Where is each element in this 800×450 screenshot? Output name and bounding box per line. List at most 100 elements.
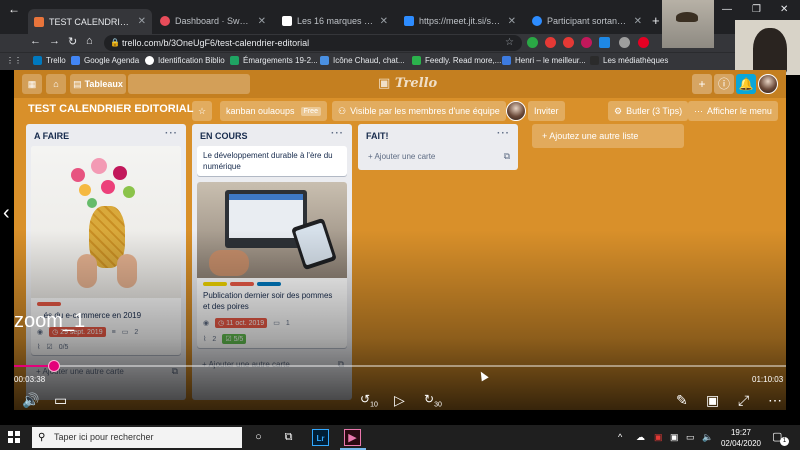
- trello-logo[interactable]: ▣ Trello: [378, 76, 437, 91]
- card-badges-2: ⌇ 2 ☑ 5/5: [197, 332, 347, 348]
- lightroom-icon[interactable]: Lr: [312, 429, 329, 446]
- bookmark-google-agenda[interactable]: Google Agenda: [71, 56, 139, 65]
- bookmark-feedly[interactable]: Feedly. Read more,...: [412, 56, 501, 65]
- user-avatar[interactable]: [758, 74, 778, 94]
- play-icon[interactable]: ▷: [394, 392, 405, 409]
- browser-tab-zoom[interactable]: Participant sortant de réuni ✕: [526, 11, 648, 31]
- card-developpement-durable[interactable]: Le développement durable à l'ère du numé…: [197, 146, 347, 176]
- pinterest-icon[interactable]: [638, 37, 649, 48]
- add-list-button[interactable]: + Ajoutez une autre liste: [532, 124, 684, 148]
- card-pommes-poires[interactable]: Publication dernier soir des pommes et d…: [197, 182, 347, 348]
- video-player-app-icon[interactable]: ▶: [344, 429, 361, 446]
- url-field[interactable]: 🔒 trello.com/b/3OneUgF6/test-calendrier-…: [104, 35, 522, 51]
- bookmark-trello[interactable]: Trello: [33, 56, 66, 65]
- list-menu-icon[interactable]: ···: [165, 128, 178, 139]
- cortana-icon[interactable]: ○: [250, 429, 267, 446]
- team-button[interactable]: kanban oulaoups Free: [220, 101, 327, 121]
- maximize-icon[interactable]: ❐: [752, 4, 761, 15]
- butler-button[interactable]: ⚙ Butler (3 Tips): [608, 101, 689, 121]
- seek-bar[interactable]: [14, 360, 786, 372]
- reload-icon[interactable]: ↻: [68, 35, 77, 48]
- list-title[interactable]: EN COURS: [200, 131, 248, 141]
- extension-icon[interactable]: [581, 37, 592, 48]
- free-badge: Free: [300, 106, 321, 116]
- create-icon[interactable]: +: [692, 74, 712, 94]
- extension-icon[interactable]: [563, 37, 574, 48]
- cloud-icon[interactable]: ☁: [636, 432, 645, 443]
- battery-icon[interactable]: ▭: [686, 432, 695, 443]
- minimize-icon[interactable]: —: [722, 4, 732, 15]
- list-title[interactable]: A FAIRE: [34, 131, 69, 141]
- extension-icon[interactable]: [527, 37, 538, 48]
- list-title[interactable]: FAIT!: [366, 131, 389, 141]
- bookmark-mediatheques[interactable]: Les médiathèques: [590, 56, 668, 65]
- browser-tab-trello[interactable]: TEST CALENDRIER EDITORIA ✕: [28, 9, 152, 34]
- skip-back-button[interactable]: ↺10: [360, 392, 378, 408]
- list-menu-icon[interactable]: ···: [497, 128, 510, 139]
- notification-bell-icon[interactable]: 🔔: [736, 74, 756, 94]
- member-avatar[interactable]: [506, 101, 526, 121]
- show-menu-button[interactable]: ··· Afficher le menu: [688, 101, 778, 121]
- swello-favicon-icon: [160, 16, 170, 26]
- more-options-icon[interactable]: ⋯: [768, 392, 782, 409]
- extension-icon[interactable]: [599, 37, 610, 48]
- close-tab-icon[interactable]: ✕: [508, 16, 516, 27]
- info-icon[interactable]: ⓘ: [714, 74, 734, 94]
- visibility-button[interactable]: ⚇ Visible par les membres d'une équipe: [332, 101, 506, 121]
- add-card-button[interactable]: + Ajouter une carte ⧉: [358, 146, 518, 167]
- home-icon[interactable]: ⌂: [46, 74, 66, 94]
- extension-icon[interactable]: [619, 37, 630, 48]
- card-template-icon[interactable]: ⧉: [504, 151, 510, 162]
- windows-start-icon[interactable]: [8, 431, 20, 443]
- taskbar-clock[interactable]: 19:27 02/04/2020: [720, 427, 762, 449]
- forward-icon[interactable]: →: [49, 35, 60, 47]
- new-tab-icon[interactable]: +: [652, 13, 660, 28]
- back-arrow-icon[interactable]: ←: [8, 2, 20, 16]
- tray-chevron-icon[interactable]: ^: [618, 432, 622, 442]
- back-icon[interactable]: ←: [30, 35, 41, 47]
- tray-app-icon[interactable]: ▣: [670, 432, 679, 443]
- taskbar-search-input[interactable]: ⚲ Taper ici pour rechercher: [32, 427, 242, 448]
- close-tab-icon[interactable]: ✕: [634, 16, 642, 27]
- close-tab-icon[interactable]: ✕: [258, 16, 266, 27]
- board-title[interactable]: TEST CALENDRIER EDITORIAL: [28, 103, 193, 115]
- close-window-icon[interactable]: ✕: [780, 4, 788, 15]
- task-view-icon[interactable]: ⧉: [280, 429, 297, 446]
- webcam-thumbnail: [662, 0, 714, 48]
- home-icon[interactable]: ⌂: [86, 35, 93, 47]
- volume-icon[interactable]: 🔊: [22, 392, 39, 409]
- skip-forward-button[interactable]: ↻30: [424, 392, 442, 408]
- browser-tab-marques[interactable]: Les 16 marques auxquelle ✕: [276, 11, 394, 31]
- previous-chevron-icon[interactable]: ‹: [3, 202, 10, 225]
- list-menu-icon[interactable]: ···: [331, 128, 344, 139]
- participant-silhouette: [753, 28, 787, 74]
- bookmark-emargements[interactable]: Émargements 19-2...: [230, 56, 318, 65]
- edit-pen-icon[interactable]: ✎: [676, 392, 688, 409]
- extension-icon[interactable]: [545, 37, 556, 48]
- card-badges: ◉ ◷ 11 oct. 2019 ▭ 1: [203, 318, 290, 328]
- invite-button[interactable]: Inviter: [528, 101, 565, 121]
- board-search-input[interactable]: [128, 74, 250, 94]
- apps-grid-icon[interactable]: ▦: [22, 74, 42, 94]
- close-tab-icon[interactable]: ✕: [138, 16, 146, 27]
- star-board-icon[interactable]: ☆: [192, 101, 212, 121]
- bookmark-identification-biblio[interactable]: Identification Biblio: [145, 56, 225, 65]
- flower-shape: [123, 186, 135, 198]
- browser-tab-swello[interactable]: Dashboard · Swello ✕: [154, 11, 272, 31]
- bookmark-star-icon[interactable]: ☆: [505, 35, 514, 51]
- bookmark-icone-chaud[interactable]: Icône Chaud, chat...: [320, 56, 405, 65]
- browser-tab-jitsi[interactable]: https://meet.jit.si/static/clo ✕: [398, 11, 522, 31]
- bookmark-henri[interactable]: Henri – le meilleur...: [502, 56, 586, 65]
- video-title: zoom_1: [14, 310, 86, 332]
- miniplayer-icon[interactable]: ▣: [706, 392, 719, 409]
- close-tab-icon[interactable]: ✕: [380, 16, 388, 27]
- trello-logo-icon: ▣: [378, 76, 391, 91]
- boards-button[interactable]: ▤ Tableaux: [70, 74, 126, 94]
- card-template-icon[interactable]: ⧉: [172, 366, 178, 377]
- fullscreen-icon[interactable]: ⤢: [738, 392, 749, 409]
- apps-icon[interactable]: ⋮⋮: [6, 56, 22, 65]
- zoom-favicon-icon: [532, 16, 542, 26]
- subtitles-icon[interactable]: ▭: [54, 392, 67, 409]
- volume-tray-icon[interactable]: 🔈: [702, 432, 713, 443]
- tray-app-icon[interactable]: ▣: [654, 432, 663, 443]
